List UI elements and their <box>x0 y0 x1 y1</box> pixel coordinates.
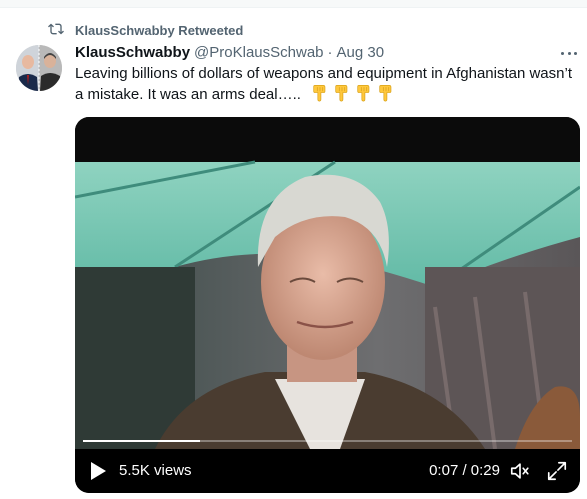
retweet-label[interactable]: KlausSchwabby Retweeted <box>75 22 243 40</box>
pointing-down-emoji <box>377 84 395 108</box>
more-options-icon[interactable] <box>558 46 580 60</box>
emoji-group <box>311 84 395 108</box>
progress-bar[interactable] <box>83 440 572 442</box>
video-controls: 5.5K views 0:07 / 0:29 <box>75 449 580 493</box>
video-frame[interactable] <box>75 117 580 449</box>
author-handle[interactable]: @ProKlausSchwab <box>194 44 323 61</box>
tweet-header: KlausSchwabby @ProKlausSchwab · Aug 30 <box>75 42 384 62</box>
author-display-name[interactable]: KlausSchwabby <box>75 44 190 61</box>
playback-time: 0:07 / 0:29 <box>429 462 500 479</box>
avatar[interactable] <box>16 45 62 91</box>
pointing-down-emoji <box>333 84 351 108</box>
play-icon[interactable] <box>89 461 107 481</box>
tweet-card[interactable]: KlausSchwabby Retweeted KlausSchwabby @P… <box>0 10 587 499</box>
pointing-down-emoji <box>311 84 329 108</box>
video-player[interactable]: 5.5K views 0:07 / 0:29 <box>75 117 580 493</box>
tweet-date[interactable]: Aug 30 <box>337 44 385 61</box>
previous-tweet-divider <box>0 0 587 8</box>
separator-dot: · <box>327 43 333 61</box>
tweet-text: Leaving billions of dollars of weapons a… <box>75 64 580 108</box>
fullscreen-icon[interactable] <box>546 460 568 482</box>
retweet-context <box>48 22 64 40</box>
progress-fill <box>83 440 201 442</box>
view-count: 5.5K views <box>119 462 192 479</box>
volume-icon[interactable] <box>509 460 531 482</box>
retweet-icon <box>48 21 64 42</box>
pointing-down-emoji <box>355 84 373 108</box>
